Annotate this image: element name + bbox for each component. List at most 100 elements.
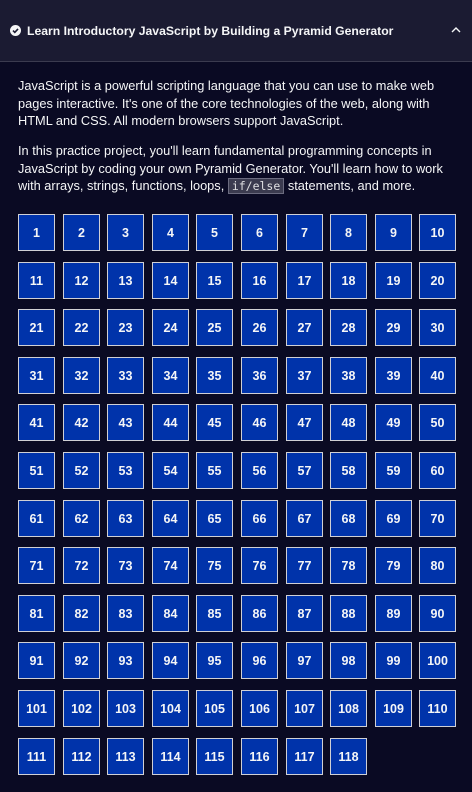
- step-link-75[interactable]: 75: [196, 547, 233, 584]
- step-link-70[interactable]: 70: [419, 500, 456, 537]
- step-link-88[interactable]: 88: [330, 595, 367, 632]
- step-link-27[interactable]: 27: [286, 309, 323, 346]
- step-link-100[interactable]: 100: [419, 642, 456, 679]
- step-link-32[interactable]: 32: [63, 357, 100, 394]
- step-link-71[interactable]: 71: [18, 547, 55, 584]
- step-link-110[interactable]: 110: [419, 690, 456, 727]
- step-link-18[interactable]: 18: [330, 262, 367, 299]
- step-link-55[interactable]: 55: [196, 452, 233, 489]
- step-link-98[interactable]: 98: [330, 642, 367, 679]
- step-link-45[interactable]: 45: [196, 404, 233, 441]
- step-link-94[interactable]: 94: [152, 642, 189, 679]
- step-link-37[interactable]: 37: [286, 357, 323, 394]
- step-link-20[interactable]: 20: [419, 262, 456, 299]
- step-link-46[interactable]: 46: [241, 404, 278, 441]
- step-link-48[interactable]: 48: [330, 404, 367, 441]
- step-link-25[interactable]: 25: [196, 309, 233, 346]
- step-link-31[interactable]: 31: [18, 357, 55, 394]
- step-link-79[interactable]: 79: [375, 547, 412, 584]
- step-link-8[interactable]: 8: [330, 214, 367, 251]
- step-link-9[interactable]: 9: [375, 214, 412, 251]
- step-link-73[interactable]: 73: [107, 547, 144, 584]
- step-link-53[interactable]: 53: [107, 452, 144, 489]
- step-link-19[interactable]: 19: [375, 262, 412, 299]
- step-link-65[interactable]: 65: [196, 500, 233, 537]
- step-link-113[interactable]: 113: [107, 738, 144, 775]
- step-link-16[interactable]: 16: [241, 262, 278, 299]
- step-link-85[interactable]: 85: [196, 595, 233, 632]
- step-link-42[interactable]: 42: [63, 404, 100, 441]
- step-link-39[interactable]: 39: [375, 357, 412, 394]
- step-link-116[interactable]: 116: [241, 738, 278, 775]
- step-link-12[interactable]: 12: [63, 262, 100, 299]
- step-link-14[interactable]: 14: [152, 262, 189, 299]
- step-link-76[interactable]: 76: [241, 547, 278, 584]
- step-link-118[interactable]: 118: [330, 738, 367, 775]
- step-link-29[interactable]: 29: [375, 309, 412, 346]
- step-link-108[interactable]: 108: [330, 690, 367, 727]
- step-link-114[interactable]: 114: [152, 738, 189, 775]
- step-link-40[interactable]: 40: [419, 357, 456, 394]
- step-link-56[interactable]: 56: [241, 452, 278, 489]
- step-link-106[interactable]: 106: [241, 690, 278, 727]
- step-link-43[interactable]: 43: [107, 404, 144, 441]
- step-link-78[interactable]: 78: [330, 547, 367, 584]
- step-link-21[interactable]: 21: [18, 309, 55, 346]
- step-link-36[interactable]: 36: [241, 357, 278, 394]
- step-link-109[interactable]: 109: [375, 690, 412, 727]
- step-link-4[interactable]: 4: [152, 214, 189, 251]
- step-link-64[interactable]: 64: [152, 500, 189, 537]
- step-link-74[interactable]: 74: [152, 547, 189, 584]
- step-link-66[interactable]: 66: [241, 500, 278, 537]
- step-link-72[interactable]: 72: [63, 547, 100, 584]
- step-link-13[interactable]: 13: [107, 262, 144, 299]
- step-link-101[interactable]: 101: [18, 690, 55, 727]
- step-link-115[interactable]: 115: [196, 738, 233, 775]
- step-link-68[interactable]: 68: [330, 500, 367, 537]
- step-link-51[interactable]: 51: [18, 452, 55, 489]
- step-link-93[interactable]: 93: [107, 642, 144, 679]
- step-link-91[interactable]: 91: [18, 642, 55, 679]
- block-header-toggle[interactable]: Learn Introductory JavaScript by Buildin…: [0, 0, 472, 62]
- step-link-34[interactable]: 34: [152, 357, 189, 394]
- step-link-61[interactable]: 61: [18, 500, 55, 537]
- step-link-7[interactable]: 7: [286, 214, 323, 251]
- step-link-89[interactable]: 89: [375, 595, 412, 632]
- step-link-10[interactable]: 10: [419, 214, 456, 251]
- step-link-1[interactable]: 1: [18, 214, 55, 251]
- step-link-23[interactable]: 23: [107, 309, 144, 346]
- step-link-52[interactable]: 52: [63, 452, 100, 489]
- step-link-24[interactable]: 24: [152, 309, 189, 346]
- step-link-63[interactable]: 63: [107, 500, 144, 537]
- step-link-99[interactable]: 99: [375, 642, 412, 679]
- step-link-28[interactable]: 28: [330, 309, 367, 346]
- step-link-97[interactable]: 97: [286, 642, 323, 679]
- step-link-11[interactable]: 11: [18, 262, 55, 299]
- step-link-47[interactable]: 47: [286, 404, 323, 441]
- step-link-104[interactable]: 104: [152, 690, 189, 727]
- step-link-117[interactable]: 117: [286, 738, 323, 775]
- step-link-22[interactable]: 22: [63, 309, 100, 346]
- step-link-92[interactable]: 92: [63, 642, 100, 679]
- step-link-15[interactable]: 15: [196, 262, 233, 299]
- step-link-86[interactable]: 86: [241, 595, 278, 632]
- step-link-33[interactable]: 33: [107, 357, 144, 394]
- step-link-30[interactable]: 30: [419, 309, 456, 346]
- step-link-2[interactable]: 2: [63, 214, 100, 251]
- step-link-77[interactable]: 77: [286, 547, 323, 584]
- step-link-41[interactable]: 41: [18, 404, 55, 441]
- step-link-111[interactable]: 111: [18, 738, 55, 775]
- step-link-105[interactable]: 105: [196, 690, 233, 727]
- step-link-49[interactable]: 49: [375, 404, 412, 441]
- step-link-83[interactable]: 83: [107, 595, 144, 632]
- step-link-17[interactable]: 17: [286, 262, 323, 299]
- step-link-87[interactable]: 87: [286, 595, 323, 632]
- step-link-38[interactable]: 38: [330, 357, 367, 394]
- step-link-57[interactable]: 57: [286, 452, 323, 489]
- step-link-80[interactable]: 80: [419, 547, 456, 584]
- step-link-102[interactable]: 102: [63, 690, 100, 727]
- step-link-6[interactable]: 6: [241, 214, 278, 251]
- step-link-82[interactable]: 82: [63, 595, 100, 632]
- step-link-59[interactable]: 59: [375, 452, 412, 489]
- step-link-90[interactable]: 90: [419, 595, 456, 632]
